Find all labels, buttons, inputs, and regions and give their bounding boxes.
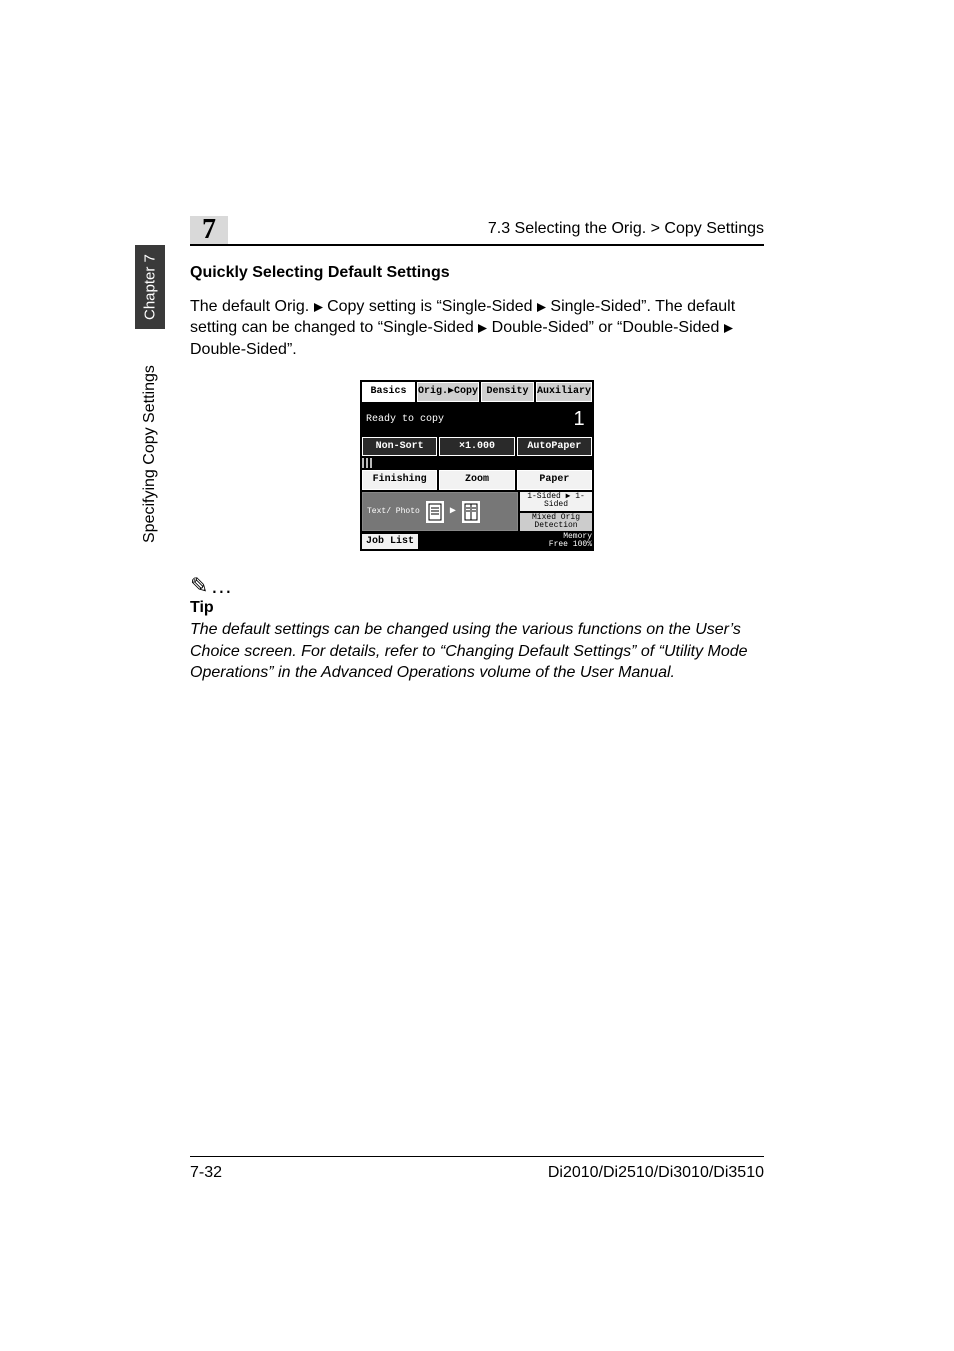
lcd-btn-paper[interactable]: Paper xyxy=(517,470,592,490)
lcd-btn-finishing[interactable]: Finishing xyxy=(362,470,437,490)
para-frag-2: Copy setting is “Single-Sided xyxy=(327,298,532,315)
section-heading: Quickly Selecting Default Settings xyxy=(190,262,764,284)
sidebar-chapter-tab: Chapter 7 xyxy=(135,245,165,329)
page-single-icon xyxy=(426,501,444,523)
sidebar-vertical-label: Specifying Copy Settings xyxy=(141,365,159,543)
lcd-status-text: Ready to copy xyxy=(366,413,444,427)
lcd-spacer xyxy=(366,458,368,468)
lcd-chip-1sided-1sided[interactable]: 1-Sided ▶ 1-Sided xyxy=(520,492,592,511)
lcd-btn-non-sort[interactable]: Non-Sort xyxy=(362,437,437,457)
lcd-spacer xyxy=(362,458,364,468)
chapter-number: 7 xyxy=(202,214,216,246)
lcd-memory-status: Memory Free 100% xyxy=(549,533,592,549)
lcd-btn-job-list[interactable]: Job List xyxy=(362,534,418,550)
sidebar-vertical-title: Specifying Copy Settings xyxy=(135,343,165,543)
para-frag-4: Double-Sided” or “Double-Sided xyxy=(492,319,720,336)
footer-page-number: 7-32 xyxy=(190,1164,222,1182)
footer-rule xyxy=(190,1156,764,1157)
section-paragraph: The default Orig. Copy setting is “Singl… xyxy=(190,296,764,361)
lcd-copy-count: 1 xyxy=(570,406,588,433)
para-frag-5: Double-Sided”. xyxy=(190,341,297,358)
lcd-tab-basics[interactable]: Basics xyxy=(362,382,415,402)
lcd-memory-value: Free 100% xyxy=(549,541,592,549)
lcd-btn-ratio[interactable]: ×1.000 xyxy=(439,437,514,457)
lcd-spacer xyxy=(370,458,372,468)
tip-pencil-icon: ✎… xyxy=(190,575,764,597)
tip-body: The default settings can be changed usin… xyxy=(190,619,764,684)
right-triangle-icon xyxy=(314,303,323,312)
lcd-btn-zoom[interactable]: Zoom xyxy=(439,470,514,490)
footer-product-line: Di2010/Di2510/Di3010/Di3510 xyxy=(548,1164,764,1182)
header-section-title: 7.3 Selecting the Orig. > Copy Settings xyxy=(488,220,764,238)
para-frag-1: The default Orig. xyxy=(190,298,309,315)
right-triangle-icon: ▶ xyxy=(450,505,456,519)
lcd-tab-orig-copy[interactable]: Orig.▶Copy xyxy=(417,382,479,402)
page-double-icon xyxy=(462,501,480,523)
header-rule xyxy=(190,244,764,246)
lcd-panel: Basics Orig.▶Copy Density Auxiliary Read… xyxy=(360,380,594,551)
lcd-chip-mixed-orig-detection[interactable]: Mixed Orig Detection xyxy=(520,513,592,532)
right-triangle-icon xyxy=(478,324,487,333)
lcd-tab-auxiliary[interactable]: Auxiliary xyxy=(536,382,592,402)
right-triangle-icon xyxy=(537,303,546,312)
right-triangle-icon xyxy=(724,324,733,333)
lcd-original-type-label: Text/ Photo xyxy=(367,508,420,516)
chapter-number-box: 7 xyxy=(190,216,228,244)
lcd-btn-autopaper[interactable]: AutoPaper xyxy=(517,437,592,457)
lcd-original-type-box[interactable]: Text/ Photo ▶ xyxy=(362,492,518,532)
lcd-tab-density[interactable]: Density xyxy=(481,382,534,402)
tip-label: Tip xyxy=(190,597,764,619)
sidebar-chapter-tab-label: Chapter 7 xyxy=(142,254,159,320)
